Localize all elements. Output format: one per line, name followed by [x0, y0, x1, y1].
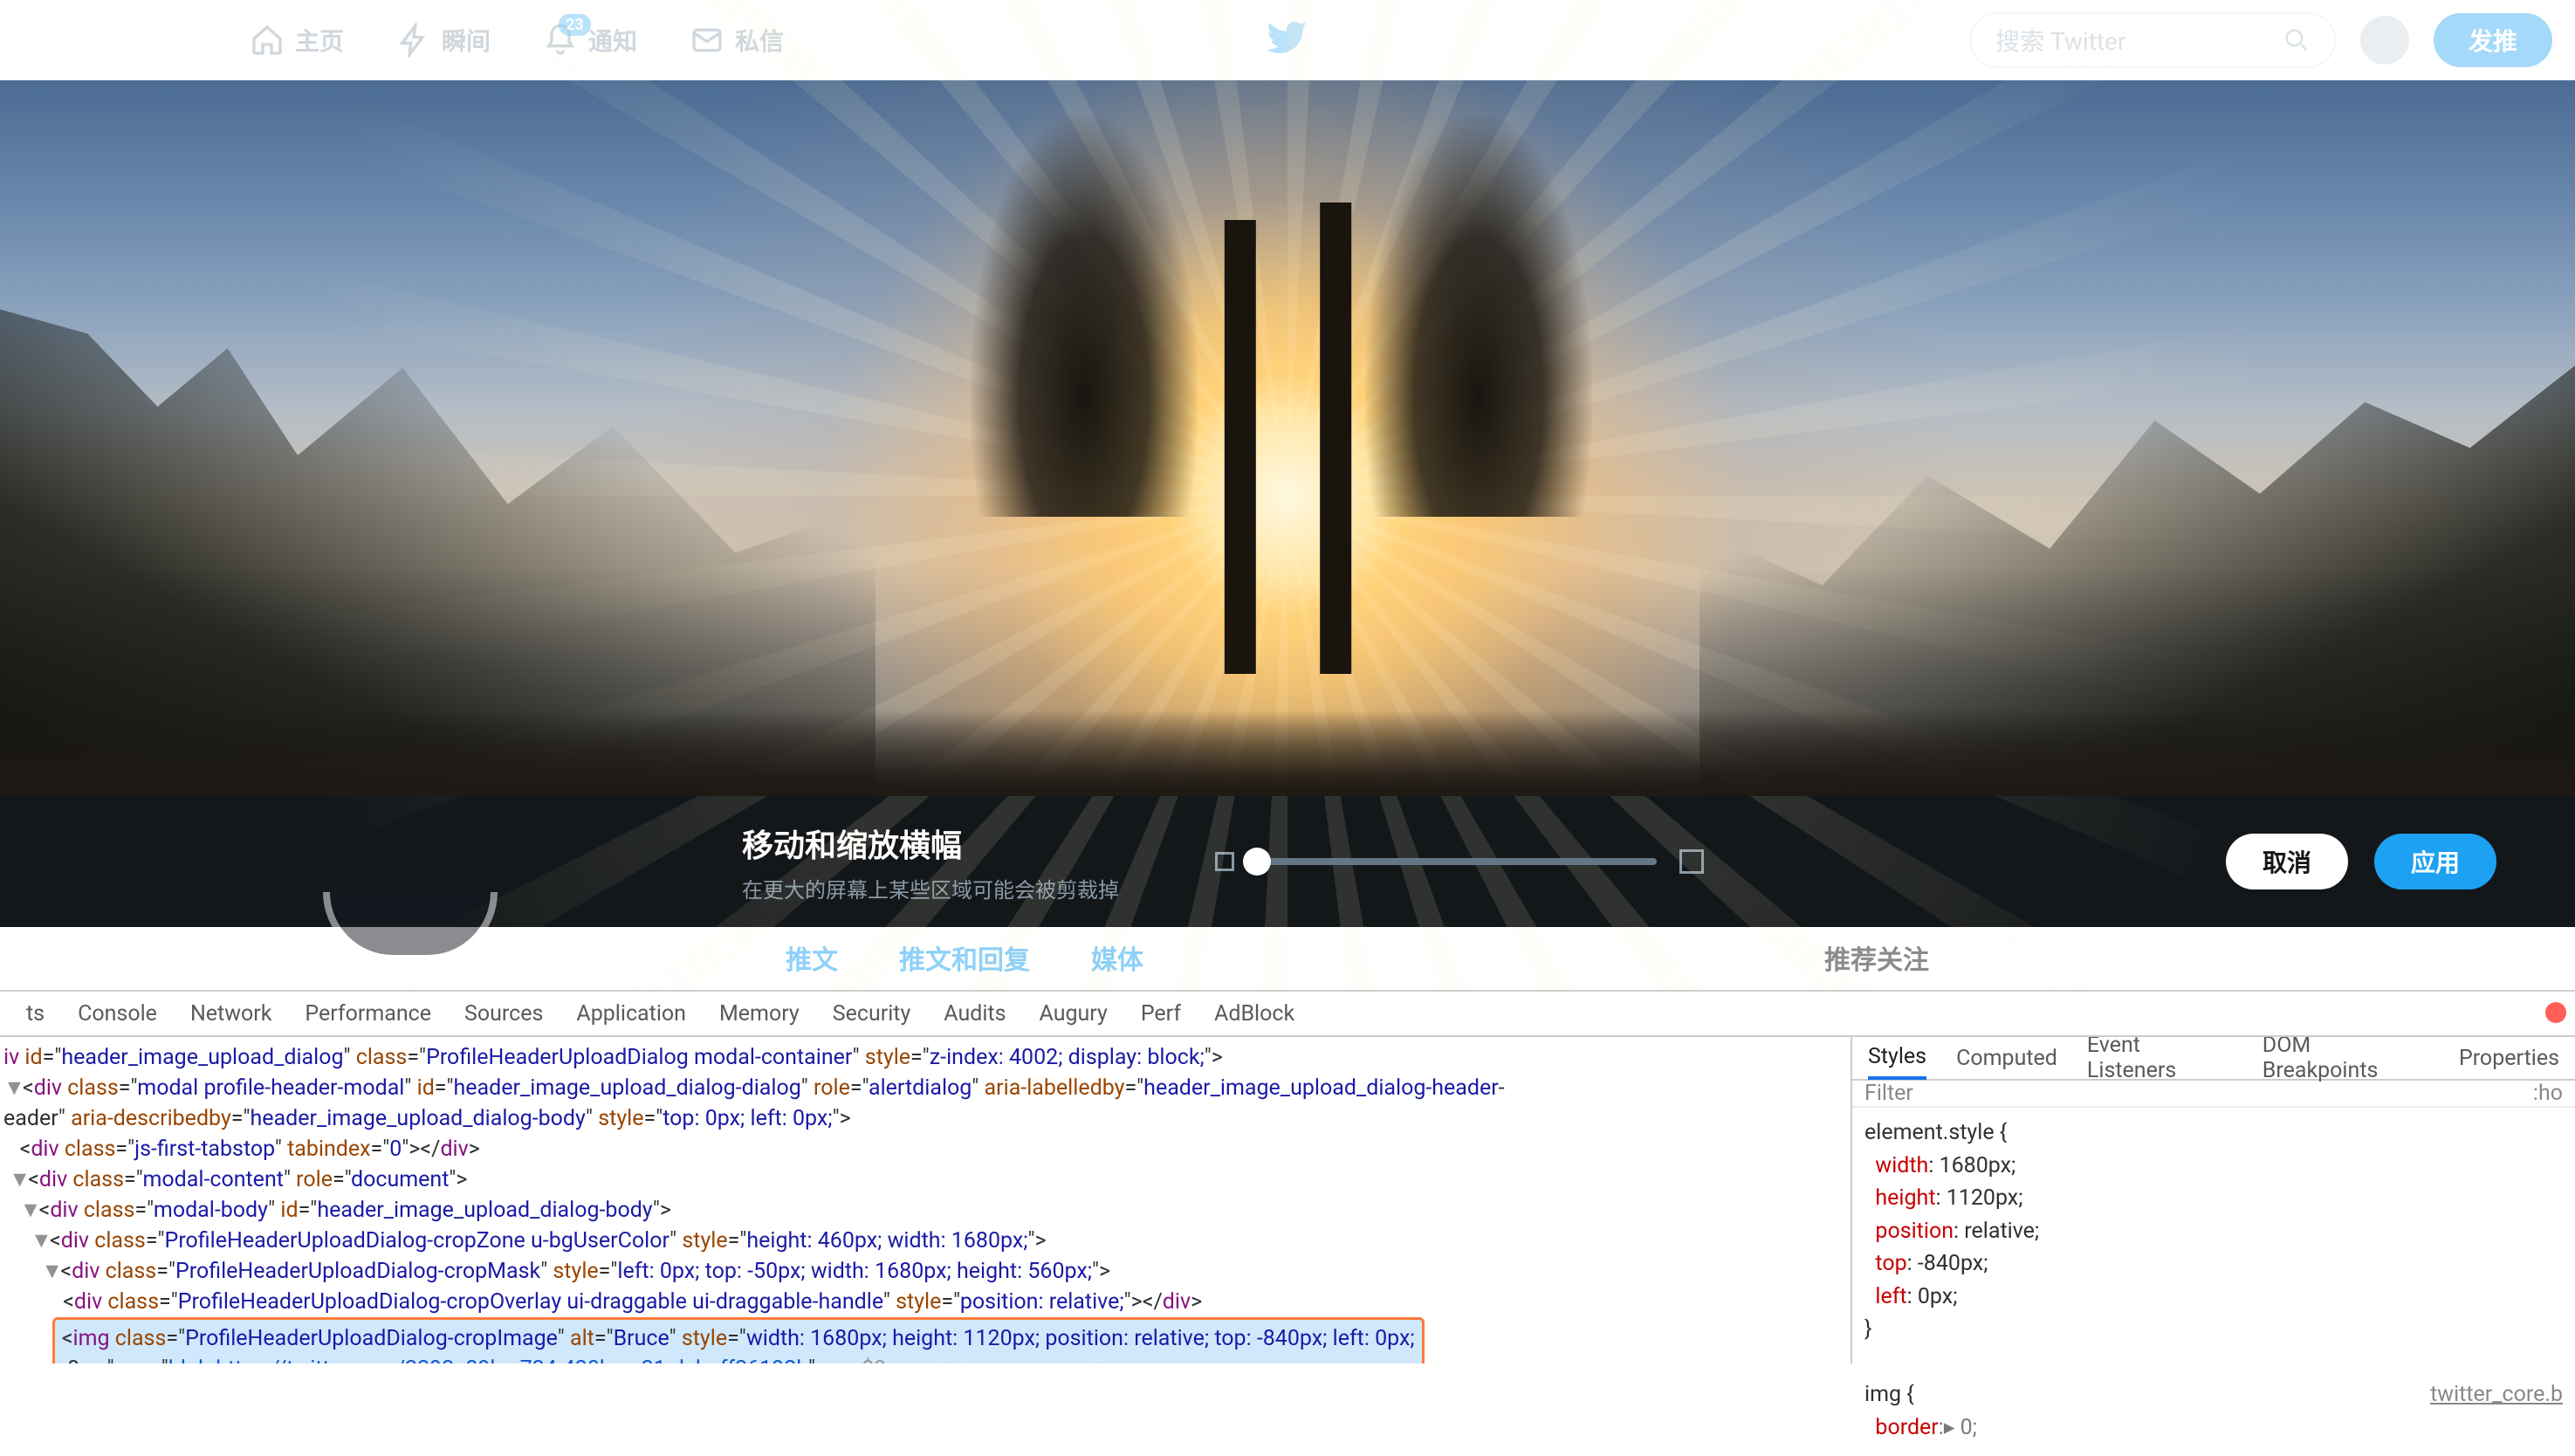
- apply-button[interactable]: 应用: [2374, 834, 2496, 889]
- nav-notifications-label: 通知: [588, 23, 637, 58]
- nav-home[interactable]: 主页: [250, 23, 344, 58]
- side-tab-styles[interactable]: Styles: [1868, 1036, 1926, 1080]
- nav-moments-label: 瞬间: [442, 23, 491, 58]
- nav-messages-label: 私信: [735, 23, 784, 58]
- styles-filter-input[interactable]: Filter: [1864, 1081, 1913, 1106]
- tweet-button[interactable]: 发推: [2434, 13, 2552, 67]
- rule-source-link[interactable]: twitter_core.b: [2430, 1378, 2563, 1411]
- side-tab-properties[interactable]: Properties: [2459, 1046, 2559, 1071]
- nav-moments[interactable]: 瞬间: [396, 23, 491, 58]
- zoom-out-icon: [1215, 852, 1234, 871]
- avatar[interactable]: [2360, 16, 2409, 65]
- dt-tab-memory[interactable]: Memory: [719, 1001, 800, 1027]
- dt-tab-partial[interactable]: ts: [26, 1001, 45, 1027]
- tab-replies[interactable]: 推文和回复: [899, 938, 1030, 977]
- styles-panel: Styles Computed Event Listeners DOM Brea…: [1851, 1037, 2575, 1363]
- control-subtitle: 在更大的屏幕上某些区域可能会被剪裁掉: [742, 873, 1119, 903]
- side-tab-dom-breakpoints[interactable]: DOM Breakpoints: [2263, 1033, 2429, 1083]
- code-line: ▼<div class="modal-content" role="docume…: [3, 1164, 1847, 1195]
- code-line: <div class="ProfileHeaderUploadDialog-cr…: [3, 1287, 1847, 1317]
- hov-toggle[interactable]: :ho: [2533, 1081, 2563, 1106]
- search-input[interactable]: 搜索 Twitter: [1969, 12, 2336, 68]
- rule-img: img {: [1864, 1382, 1914, 1407]
- envelope-icon: [690, 23, 724, 58]
- devtools-tabs: ts Console Network Performance Sources A…: [0, 992, 2575, 1037]
- control-title: 移动和缩放横幅: [742, 821, 1119, 866]
- home-icon: [250, 23, 285, 58]
- tab-media[interactable]: 媒体: [1091, 938, 1143, 977]
- devtools-panel: ts Console Network Performance Sources A…: [0, 990, 2575, 1363]
- code-line-selected: <img class="ProfileHeaderUploadDialog-cr…: [3, 1317, 1847, 1363]
- zoom-in-icon: [1679, 849, 1704, 874]
- zoom-slider[interactable]: [1215, 849, 1704, 874]
- dt-tab-security[interactable]: Security: [833, 1001, 911, 1027]
- elements-tree[interactable]: iv id="header_image_upload_dialog" class…: [0, 1037, 1851, 1363]
- lightning-icon: [396, 23, 431, 58]
- code-line: ▼<div class="ProfileHeaderUploadDialog-c…: [3, 1256, 1847, 1287]
- dt-tab-performance[interactable]: Performance: [305, 1001, 431, 1027]
- dt-tab-sources[interactable]: Sources: [464, 1001, 543, 1027]
- profile-avatar-partial: [323, 892, 498, 962]
- code-line: ▼<div class="modal-body" id="header_imag…: [3, 1195, 1847, 1226]
- dt-tab-application[interactable]: Application: [576, 1001, 686, 1027]
- nav-notifications[interactable]: 23 通知: [543, 23, 637, 58]
- side-tab-computed[interactable]: Computed: [1956, 1046, 2057, 1071]
- profile-tabs-faded: 推文 推文和回复 媒体 推荐关注: [0, 927, 2575, 988]
- twitter-logo[interactable]: [1267, 17, 1308, 65]
- tab-tweets[interactable]: 推文: [786, 938, 838, 977]
- side-tab-listeners[interactable]: Event Listeners: [2087, 1033, 2233, 1083]
- twitter-bird-icon: [1267, 17, 1308, 58]
- code-line: ▼<div class="ProfileHeaderUploadDialog-c…: [3, 1226, 1847, 1256]
- notifications-badge: 23: [559, 14, 591, 36]
- cancel-button[interactable]: 取消: [2226, 834, 2348, 889]
- search-placeholder: 搜索 Twitter: [1995, 23, 2125, 58]
- dt-tab-network[interactable]: Network: [190, 1001, 271, 1027]
- rule-element-style: element.style {: [1864, 1116, 2563, 1150]
- dt-tab-adblock[interactable]: AdBlock: [1214, 1001, 1294, 1027]
- dt-tab-augury[interactable]: Augury: [1040, 1001, 1108, 1027]
- dt-tab-audits[interactable]: Audits: [944, 1001, 1006, 1027]
- code-line: ▼<div class="modal profile-header-modal"…: [3, 1073, 1847, 1134]
- dt-tab-console[interactable]: Console: [78, 1001, 157, 1027]
- search-icon: [2283, 27, 2310, 53]
- dt-tab-perf[interactable]: Perf: [1141, 1001, 1181, 1027]
- recommended-follow-label: 推荐关注: [1824, 938, 1929, 977]
- devtools-close-icon[interactable]: [2545, 1002, 2566, 1023]
- styles-rules[interactable]: element.style { width: 1680px; height: 1…: [1852, 1108, 2575, 1453]
- nav-messages[interactable]: 私信: [690, 23, 784, 58]
- code-line: <div class="js-first-tabstop" tabindex="…: [3, 1134, 1847, 1164]
- slider-track[interactable]: [1257, 858, 1657, 865]
- banner-crop-area[interactable]: [0, 80, 2575, 796]
- slider-knob[interactable]: [1243, 848, 1271, 876]
- nav-home-label: 主页: [295, 23, 344, 58]
- code-line: iv id="header_image_upload_dialog" class…: [3, 1042, 1847, 1073]
- banner-image: [0, 80, 2575, 796]
- top-nav: 主页 瞬间 23 通知 私信 搜索 Twitter 发推: [0, 0, 2575, 80]
